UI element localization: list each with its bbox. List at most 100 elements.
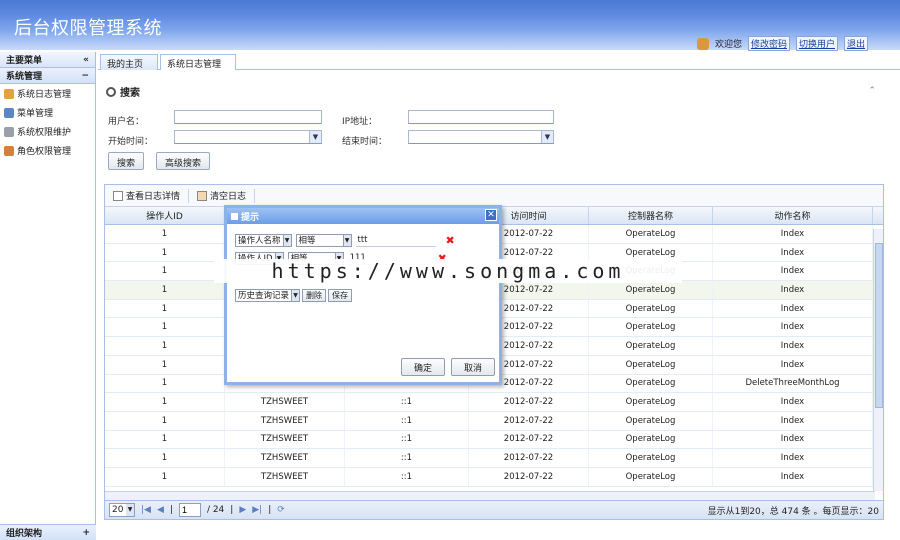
table-cell: 1 xyxy=(105,262,225,281)
app-title: 后台权限管理系统 xyxy=(14,18,162,39)
next-page-icon[interactable]: ▶ xyxy=(239,505,246,515)
chevron-down-icon[interactable]: ▼ xyxy=(309,131,321,143)
view-detail-button[interactable]: 查看日志详情 xyxy=(109,189,184,202)
table-cell: 2012-07-22 xyxy=(469,467,589,486)
last-page-icon[interactable]: ▶| xyxy=(252,505,262,515)
page-size-select[interactable]: 20 ▼ xyxy=(109,503,135,517)
table-cell: ::1 xyxy=(345,411,469,430)
table-cell: OperateLog xyxy=(589,281,713,299)
pager-divider: | xyxy=(169,505,173,515)
sidebar-item-role[interactable]: 角色权限管理 xyxy=(0,141,95,160)
tab-system-log[interactable]: 系统日志管理× xyxy=(160,54,236,80)
clear-log-button[interactable]: 清空日志 xyxy=(193,189,250,202)
table-cell: Index xyxy=(713,281,873,299)
table-row[interactable]: 1 TZHSWEET::1 2012-07-22 OperateLog Index xyxy=(105,430,883,450)
cancel-button[interactable]: 取消 xyxy=(451,358,495,376)
column-header[interactable]: 控制器名称 xyxy=(589,207,713,224)
search-panel: 搜索 ⌃ 用户名： IP地址： 开始时间： ▼ 结束时间： ▼ 搜索 高级搜索 xyxy=(98,72,900,182)
pager-divider: | xyxy=(230,505,234,515)
pager-info: 显示从1到20，总 474 条 。每页显示：20 xyxy=(707,506,879,517)
first-page-icon[interactable]: |◀ xyxy=(141,505,151,515)
sidebar-item-label: 菜单管理 xyxy=(17,109,54,119)
table-cell: OperateLog xyxy=(589,337,713,355)
table-row[interactable]: 1 TZHSWEET::1 2012-07-22 OperateLog Index xyxy=(105,449,883,468)
sidebar-header: 主要菜单 « xyxy=(0,52,95,68)
app-header: 后台权限管理系统 欢迎您 修改密码 切换用户 退出 xyxy=(0,0,900,51)
page-number-input[interactable] xyxy=(178,503,201,517)
history-select[interactable]: 历史查询记录 ▼ xyxy=(235,288,301,302)
table-row[interactable]: 1 TZHSWEET::1 2012-07-22 OperateLog Index xyxy=(105,467,883,487)
table-cell: Index xyxy=(713,243,873,262)
chevron-down-icon: ▼ xyxy=(342,234,351,246)
table-cell: ::1 xyxy=(345,393,469,411)
advanced-search-button[interactable]: 高级搜索 xyxy=(156,152,211,170)
table-cell: Index xyxy=(713,430,873,449)
table-row[interactable]: 1 TZHSWEET::1 2012-07-22 OperateLog Index xyxy=(105,411,883,431)
key-icon xyxy=(4,126,14,137)
column-header[interactable]: 动作名称 xyxy=(713,207,873,224)
table-cell: 1 xyxy=(105,449,225,467)
table-cell: OperateLog xyxy=(589,225,713,243)
logout-link[interactable]: 退出 xyxy=(843,36,868,51)
table-cell: OperateLog xyxy=(589,393,713,411)
ip-input[interactable] xyxy=(408,110,554,124)
sidebar-item-menu[interactable]: 菜单管理 xyxy=(0,103,95,122)
dialog-title-bar: 提示 xyxy=(227,208,499,224)
toolbar-divider xyxy=(254,188,256,203)
sidebar-group-org[interactable]: 组织架构 + xyxy=(0,524,96,540)
prev-page-icon[interactable]: ◀ xyxy=(157,505,164,515)
vertical-scrollbar[interactable] xyxy=(873,229,883,491)
table-cell: Index xyxy=(713,262,873,281)
table-cell: OperateLog xyxy=(589,411,713,430)
table-cell: 1 xyxy=(105,411,225,430)
table-cell: TZHSWEET xyxy=(225,411,345,430)
chevron-down-icon[interactable]: ▼ xyxy=(541,131,553,143)
table-cell: OperateLog xyxy=(589,355,713,374)
save-button[interactable]: 保存 xyxy=(328,288,353,302)
delete-button[interactable]: 删除 xyxy=(302,288,327,302)
table-row[interactable]: 1 TZHSWEET::1 2012-07-22 OperateLog Index xyxy=(105,393,883,412)
condition-value-input[interactable]: ttt xyxy=(355,234,436,247)
table-cell: OperateLog xyxy=(589,449,713,467)
refresh-icon[interactable]: ⟳ xyxy=(277,505,285,515)
window-icon xyxy=(231,212,238,220)
expand-icon[interactable]: + xyxy=(82,528,90,538)
operator-select[interactable]: 相等 ▼ xyxy=(295,233,352,247)
sidebar-item-permission[interactable]: 系统权限维护 xyxy=(0,122,95,141)
delete-condition-icon[interactable]: ✖ xyxy=(446,234,455,247)
close-icon[interactable]: ✕ xyxy=(485,209,497,221)
tab-bar: 我的主页 系统日志管理× xyxy=(98,52,900,80)
chevron-down-icon: ▼ xyxy=(282,234,291,246)
sidebar-item-log[interactable]: 系统日志管理 xyxy=(0,84,95,103)
table-cell: Index xyxy=(713,467,873,486)
tab-home[interactable]: 我的主页 xyxy=(100,54,158,70)
table-cell: 2012-07-22 xyxy=(469,430,589,449)
collapse-icon[interactable]: ⌃ xyxy=(868,86,876,96)
field-select[interactable]: 操作人名称 ▼ xyxy=(235,233,292,247)
table-cell: Index xyxy=(713,299,873,318)
sidebar-title: 主要菜单 xyxy=(6,56,43,66)
table-cell: 1 xyxy=(105,374,225,393)
ok-button[interactable]: 确定 xyxy=(401,358,445,376)
sidebar-item-label: 系统权限维护 xyxy=(17,128,72,138)
group-collapse-icon[interactable]: − xyxy=(81,71,89,81)
change-password-link[interactable]: 修改密码 xyxy=(747,36,790,51)
search-button[interactable]: 搜索 xyxy=(108,152,145,170)
start-time-picker[interactable]: ▼ xyxy=(174,130,322,144)
table-cell: 1 xyxy=(105,467,225,486)
sidebar-group-system[interactable]: 系统管理 − xyxy=(0,68,95,84)
table-cell: 1 xyxy=(105,337,225,355)
switch-user-link[interactable]: 切换用户 xyxy=(795,36,838,51)
pager: 20▼ |◀ ◀ | / 24 | ▶ ▶| | ⟳ 显示从1到20，总 474… xyxy=(104,500,884,520)
username-input[interactable] xyxy=(174,110,322,124)
sidebar-item-label: 角色权限管理 xyxy=(17,147,72,157)
column-header[interactable]: 操作人ID xyxy=(105,207,225,224)
watermark: https://www.songma.com xyxy=(214,259,682,283)
table-cell: TZHSWEET xyxy=(225,449,345,467)
scrollbar-thumb[interactable] xyxy=(875,243,883,408)
end-time-picker[interactable]: ▼ xyxy=(408,130,554,144)
user-bar: 欢迎您 修改密码 切换用户 退出 xyxy=(696,36,868,51)
table-cell: 1 xyxy=(105,243,225,262)
field-value: 操作人名称 xyxy=(238,236,281,246)
sidebar-collapse-icon[interactable]: « xyxy=(83,55,89,65)
